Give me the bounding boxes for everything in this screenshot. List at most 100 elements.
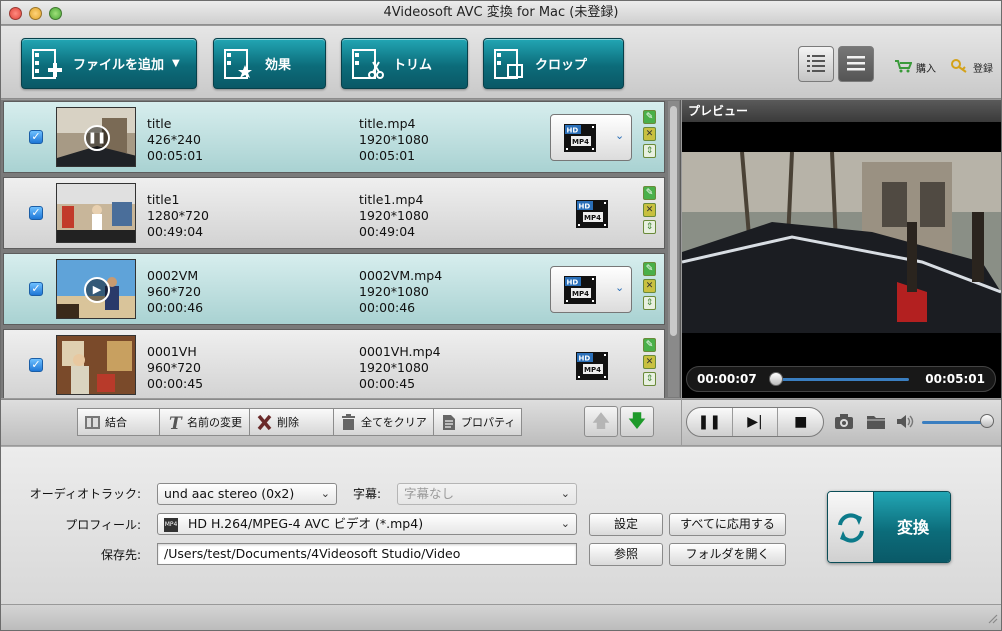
add-file-button[interactable]: ファイルを追加 ▼	[21, 38, 197, 89]
playback-timeline[interactable]: 00:00:07 00:05:01	[686, 366, 996, 392]
close-window-button[interactable]	[9, 7, 22, 20]
scissors-icon	[351, 47, 385, 81]
app-window: 4Videosoft AVC 変換 for Mac (未登録) ファイルを追加 …	[0, 0, 1002, 631]
browse-button[interactable]: 参照	[589, 543, 663, 566]
profile-select[interactable]: MP4 HD H.264/MPEG-4 AVC ビデオ (*.mp4) ⌄	[157, 513, 577, 535]
trim-button[interactable]: トリム	[341, 38, 468, 89]
output-settings: オーディオトラック: und aac stereo (0x2) ⌄ 字幕: 字幕…	[1, 446, 1001, 604]
source-resolution: 426*240	[147, 132, 201, 147]
stop-button[interactable]: ■	[778, 408, 823, 436]
output-info: title1.mp4 1920*1080 00:49:04	[359, 192, 429, 240]
output-format-select[interactable]: HD MP4	[550, 342, 632, 389]
file-checkbox[interactable]: ✓	[29, 130, 43, 144]
output-name: title1.mp4	[359, 192, 424, 207]
file-row[interactable]: ✓ title1 1280*720 00:49:04 title1.mp4 1920*10…	[3, 177, 665, 249]
scrollbar-thumb[interactable]	[670, 106, 677, 336]
output-duration: 00:05:01	[359, 148, 416, 163]
reorder-icon[interactable]: ⇕	[643, 144, 656, 158]
pause-icon: ❚❚	[697, 414, 722, 430]
register-link[interactable]: 登録	[951, 59, 993, 76]
subtitle-select[interactable]: 字幕なし ⌄	[397, 483, 577, 505]
source-info: title 426*240 00:05:01	[147, 116, 203, 164]
file-row[interactable]: ✓ 0001VH 960*720 00:00:45 0001VH.mp4 1920*108…	[3, 329, 665, 398]
effect-button[interactable]: 効果	[213, 38, 326, 89]
rename-button[interactable]: T 名前の変更	[159, 408, 250, 436]
file-row[interactable]: ✓ ❚❚ title 426*240 00:05:01 title.mp4 1920*108…	[3, 101, 665, 173]
pause-icon[interactable]: ❚❚	[84, 125, 110, 151]
video-thumbnail[interactable]	[56, 183, 136, 243]
remove-icon[interactable]: ✕	[643, 355, 656, 369]
video-thumbnail[interactable]	[56, 335, 136, 395]
open-folder-button[interactable]: フォルダを開く	[669, 543, 786, 566]
arrow-up-icon: 🡅	[591, 411, 611, 432]
reorder-icon[interactable]: ⇕	[643, 372, 656, 386]
row-actions: ✎ ✕ ⇕	[643, 338, 656, 389]
file-checkbox[interactable]: ✓	[29, 358, 43, 372]
properties-button[interactable]: プロパティ	[433, 408, 522, 436]
crop-label: クロップ	[535, 58, 588, 73]
reorder-icon[interactable]: ⇕	[643, 296, 656, 310]
effect-icon	[223, 47, 257, 81]
file-checkbox[interactable]: ✓	[29, 206, 43, 220]
arrow-down-icon: 🡇	[627, 411, 647, 432]
hd-mp4-format-icon: HD MP4	[576, 200, 608, 228]
row-actions: ✎ ✕ ⇕	[643, 186, 656, 237]
destination-field[interactable]: /Users/test/Documents/4Videosoft Studio/…	[157, 543, 577, 565]
edit-icon[interactable]: ✎	[643, 338, 656, 352]
edit-icon[interactable]: ✎	[643, 110, 656, 124]
text-t-icon: T	[166, 414, 183, 434]
output-format-select[interactable]: HD MP4	[550, 190, 632, 237]
clear-all-button[interactable]: 全てをクリア	[333, 408, 434, 436]
edit-icon[interactable]: ✎	[643, 262, 656, 276]
seek-handle[interactable]	[768, 372, 783, 386]
chevron-down-icon[interactable]: ▼	[172, 58, 180, 69]
detail-view-button[interactable]	[798, 46, 834, 82]
compact-view-button[interactable]	[838, 46, 874, 82]
remove-icon[interactable]: ✕	[643, 203, 656, 217]
video-thumbnail[interactable]: ❚❚	[56, 107, 136, 167]
output-resolution: 1920*1080	[359, 208, 429, 223]
mp4-badge-text: MP4	[584, 214, 601, 222]
resize-grip-icon[interactable]	[986, 612, 998, 627]
output-format-select[interactable]: HD MP4 ⌄	[550, 266, 632, 313]
audio-track-select[interactable]: und aac stereo (0x2) ⌄	[157, 483, 337, 505]
convert-label-area: 変換	[874, 492, 950, 562]
output-format-select[interactable]: HD MP4 ⌄	[550, 114, 632, 161]
seek-track[interactable]	[773, 378, 909, 381]
output-info: title.mp4 1920*1080 00:05:01	[359, 116, 429, 164]
crop-icon	[493, 47, 527, 81]
remove-icon[interactable]: ✕	[643, 279, 656, 293]
pause-button[interactable]: ❚❚	[687, 408, 733, 436]
volume-icon[interactable]	[895, 413, 915, 433]
source-resolution: 1280*720	[147, 208, 209, 223]
apply-to-all-button[interactable]: すべてに応用する	[669, 513, 786, 536]
hd-badge-text: HD	[579, 203, 591, 211]
minimize-window-button[interactable]	[29, 7, 42, 20]
reorder-icon[interactable]: ⇕	[643, 220, 656, 234]
camera-icon[interactable]	[834, 413, 854, 433]
folder-icon[interactable]	[866, 413, 886, 433]
crop-button[interactable]: クロップ	[483, 38, 624, 89]
merge-button[interactable]: 結合	[77, 408, 160, 436]
move-down-button[interactable]: 🡇	[620, 406, 654, 437]
output-info: 0002VM.mp4 1920*1080 00:00:46	[359, 268, 442, 316]
output-info: 0001VH.mp4 1920*1080 00:00:45	[359, 344, 441, 392]
list-icon	[805, 52, 827, 77]
output-name: title.mp4	[359, 116, 416, 131]
play-icon[interactable]: ▶	[84, 277, 110, 303]
file-row[interactable]: ✓ ▶ 0002VM 960*720 00:00:46 0002VM.mp4 1920*10…	[3, 253, 665, 325]
move-up-button[interactable]: 🡅	[584, 406, 618, 437]
convert-button[interactable]: 変換	[827, 491, 951, 563]
properties-label: プロパティ	[461, 416, 516, 429]
buy-link[interactable]: 購入	[894, 59, 936, 76]
video-thumbnail[interactable]: ▶	[56, 259, 136, 319]
file-checkbox[interactable]: ✓	[29, 282, 43, 296]
volume-handle[interactable]	[979, 414, 994, 428]
delete-button[interactable]: 削除	[249, 408, 334, 436]
zoom-window-button[interactable]	[49, 7, 62, 20]
step-forward-button[interactable]: ▶|	[733, 408, 779, 436]
row-actions: ✎ ✕ ⇕	[643, 262, 656, 313]
remove-icon[interactable]: ✕	[643, 127, 656, 141]
settings-button[interactable]: 設定	[589, 513, 663, 536]
edit-icon[interactable]: ✎	[643, 186, 656, 200]
